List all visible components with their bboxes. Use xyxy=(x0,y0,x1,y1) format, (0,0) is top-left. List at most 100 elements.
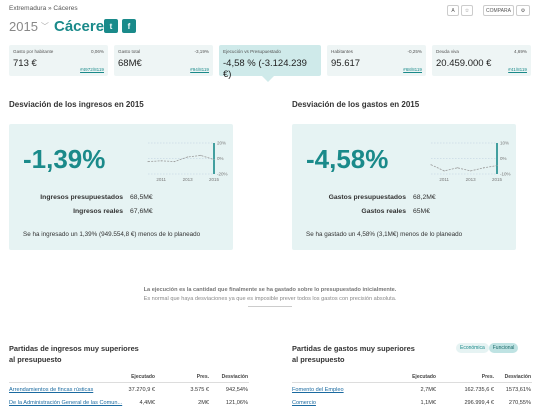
x-tick-label: 2015 xyxy=(492,177,503,182)
text-size-button[interactable]: A xyxy=(447,5,459,16)
spending-row-link[interactable]: Comercio xyxy=(292,400,402,406)
spending-deviation-value: -4,58% xyxy=(306,144,389,174)
text-size-icon: A xyxy=(451,7,455,14)
column-header: Pres. xyxy=(481,374,494,380)
income-deviation-panel: -1,39% 20% 0% -20% 2011 2013 2015 Ingresos pr… xyxy=(9,124,233,250)
divider xyxy=(292,382,532,383)
table-cell: 2,7M€ xyxy=(420,387,436,393)
chevron-down-icon: ﹀ xyxy=(40,22,49,31)
kpi-change: 0,06% xyxy=(90,49,104,54)
year-value: 2015 xyxy=(9,19,38,34)
gear-icon: ⚙ xyxy=(520,7,526,14)
spending-sparkline: 10% 0% -10% 2011 2013 2015 xyxy=(430,141,511,182)
compare-label: COMPARA xyxy=(486,7,511,14)
breadcrumb[interactable]: Extremadura » Cáceres xyxy=(9,5,78,12)
table-cell: 37.270,9 € xyxy=(128,387,155,393)
compare-button[interactable]: COMPARA xyxy=(483,5,514,16)
data-point xyxy=(456,167,458,169)
x-tick-label: 2011 xyxy=(439,177,449,182)
kpi-change: 4,69% xyxy=(513,49,527,54)
twitter-share-button[interactable]: t xyxy=(104,19,118,33)
star-icon: ☆ xyxy=(464,7,470,14)
kpi-rank-link[interactable]: #94/8119 xyxy=(190,67,209,72)
data-point xyxy=(483,167,485,169)
spending-table-title-line1: Partidas de gastos muy superiores xyxy=(292,344,415,353)
kpi-habitantes[interactable]: Habitantes -0,25% 95.617 #68/8119 xyxy=(327,45,426,76)
income-row-link[interactable]: Arrendamientos de fincas rústicas xyxy=(9,387,131,393)
toggle-functional[interactable]: Funcional xyxy=(488,343,519,353)
year-select[interactable]: 2015 ﹀ xyxy=(9,19,49,34)
income-table-title-line1: Partidas de ingresos muy superiores xyxy=(9,344,139,353)
income-row-link[interactable]: De la Administración General de las Comu… xyxy=(9,400,131,406)
kpi-gasto-total[interactable]: Gasto total -3,19% 68M€ #94/8119 xyxy=(114,45,213,76)
favorite-button[interactable]: ☆ xyxy=(461,5,473,16)
y-tick-label: 10% xyxy=(500,141,509,146)
compare-toolbar: COMPARA ⚙ xyxy=(483,5,530,16)
spending-real-value: 65M€ xyxy=(413,208,431,215)
data-point xyxy=(470,170,472,172)
column-header: Ejecutado xyxy=(131,374,155,380)
column-header: Ejecutado xyxy=(412,374,436,380)
table-cell: 162.735,6 € xyxy=(464,387,494,393)
table-cell: 3.575 € xyxy=(190,387,209,393)
data-point xyxy=(187,156,189,158)
income-budgeted-label: Ingresos presupuestados xyxy=(40,194,123,201)
column-header: Pres. xyxy=(196,374,209,380)
y-tick-label: 0% xyxy=(500,156,507,161)
classification-toggle: Económica Funcional xyxy=(456,343,519,353)
facebook-icon: f xyxy=(127,21,131,31)
kpi-change: -0,25% xyxy=(407,49,422,54)
kpi-rank-link[interactable]: #68/8119 xyxy=(403,67,422,72)
spending-table-title-line2: al presupuesto xyxy=(292,355,345,364)
divider xyxy=(9,382,249,383)
toggle-economic[interactable]: Económica xyxy=(456,343,489,353)
twitter-icon: t xyxy=(109,21,113,31)
spending-real-label: Gastos reales xyxy=(361,208,406,215)
x-tick-label: 2013 xyxy=(183,177,194,182)
spending-budgeted-label: Gastos presupuestados xyxy=(328,194,406,201)
income-section-title: Desviación de los ingresos en 2015 xyxy=(9,100,144,109)
data-point xyxy=(213,159,215,161)
x-tick-label: 2011 xyxy=(156,177,166,182)
table-cell: 270,55% xyxy=(508,400,531,406)
spending-table-title: Partidas de gastos muy superiores al pre… xyxy=(292,343,415,365)
y-tick-label: -20% xyxy=(217,172,228,177)
income-real-value: 67,6M€ xyxy=(130,208,153,215)
x-tick-label: 2015 xyxy=(209,177,220,182)
divider xyxy=(248,306,292,307)
facebook-share-button[interactable]: f xyxy=(122,19,136,33)
data-point xyxy=(160,160,162,162)
spending-section-title: Desviación de los gastos en 2015 xyxy=(292,100,420,109)
top-toolbar: A ☆ xyxy=(447,5,473,16)
table-cell: 4,4M€ xyxy=(139,400,155,406)
income-note: Se ha ingresado un 1,39% (949.554,8 €) m… xyxy=(23,231,201,238)
kpi-rank-link[interactable]: #4972/8119 xyxy=(80,67,104,72)
x-tick-label: 2013 xyxy=(466,177,477,182)
settings-button[interactable]: ⚙ xyxy=(516,5,530,16)
column-header: Desviación xyxy=(221,374,248,380)
table-cell: 1573,61% xyxy=(505,387,531,393)
kpi-change: -3,19% xyxy=(194,49,209,54)
table-cell: 121,06% xyxy=(225,400,248,406)
table-cell: 942,54% xyxy=(225,387,248,393)
kpi-rank-link[interactable]: #41/8119 xyxy=(508,67,527,72)
spending-deviation-panel: -4,58% 10% 0% -10% 2011 2013 2015 Gastos pres… xyxy=(292,124,516,250)
data-point xyxy=(173,161,175,163)
y-tick-label: 20% xyxy=(217,141,226,146)
execution-note-text: Es normal que haya desviaciones ya que e… xyxy=(143,296,397,302)
income-sparkline: 20% 0% -20% 2011 2013 2015 xyxy=(147,141,228,182)
kpi-ejecucion[interactable]: Ejecución vs Presupuestado -4,58 % (-3.1… xyxy=(219,45,321,80)
y-tick-label: -10% xyxy=(500,172,511,177)
active-kpi-indicator xyxy=(262,76,274,82)
data-point xyxy=(430,164,432,166)
column-header: Desviación xyxy=(504,374,531,380)
kpi-deuda-viva[interactable]: Deuda viva 4,69% 20.459.000 € #41/8119 xyxy=(432,45,531,76)
spending-budgeted-value: 68,2M€ xyxy=(413,194,436,201)
series-line xyxy=(430,164,498,172)
y-tick-label: 0% xyxy=(217,156,224,161)
spending-row-link[interactable]: Fomento del Empleo xyxy=(292,387,402,393)
execution-note-heading: La ejecución es la cantidad que finalmen… xyxy=(143,287,397,293)
income-table-title-line2: al presupuesto xyxy=(9,355,62,364)
kpi-gasto-habitante[interactable]: Gasto por habitante 0,06% 713 € #4972/81… xyxy=(9,45,108,76)
data-point xyxy=(496,165,498,167)
